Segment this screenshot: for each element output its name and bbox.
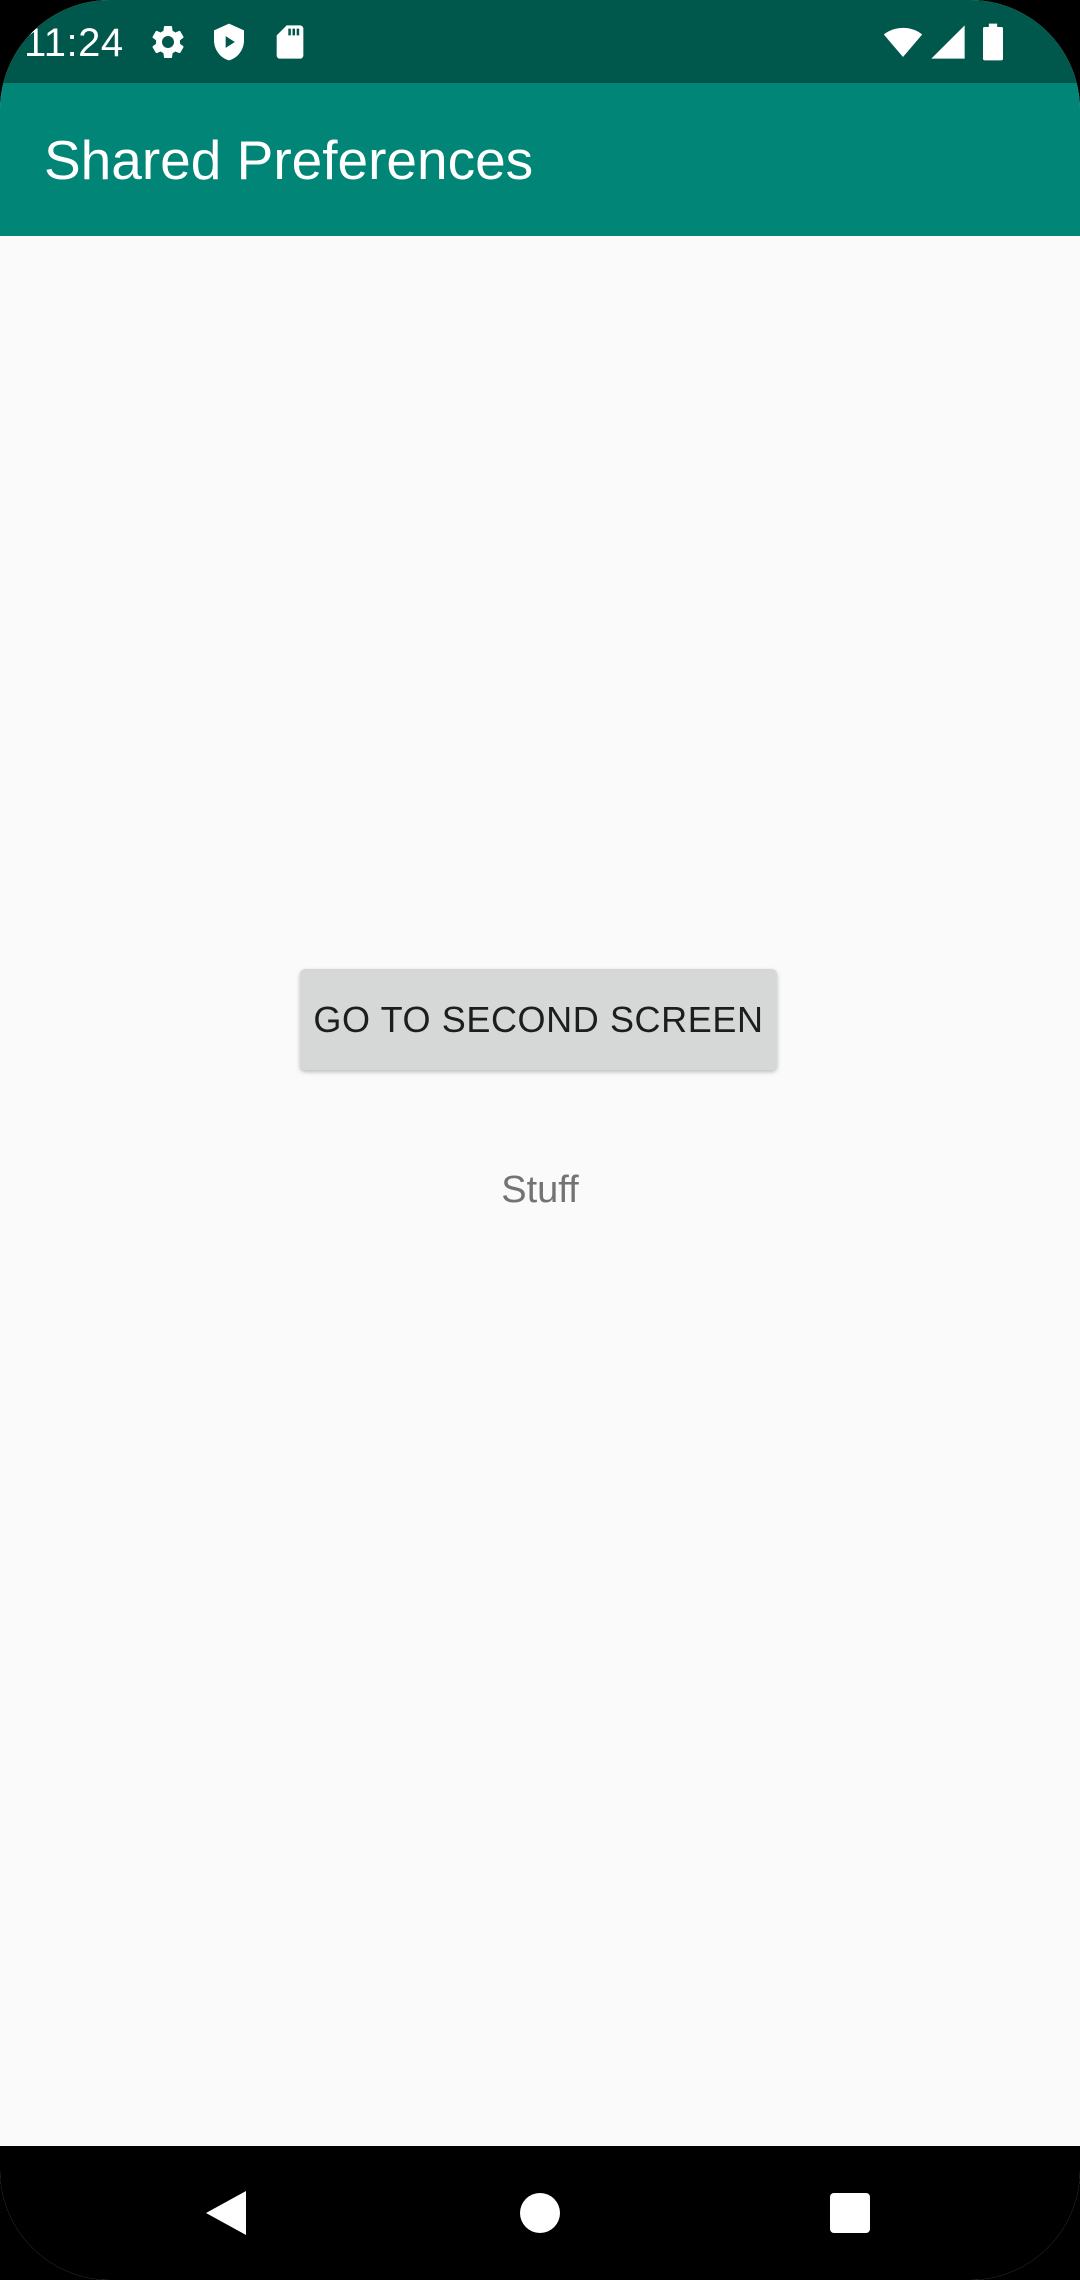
battery-icon <box>978 22 1008 62</box>
home-icon <box>519 2192 561 2234</box>
app-title: Shared Preferences <box>44 129 534 191</box>
wifi-icon <box>882 22 924 62</box>
home-button[interactable] <box>460 2146 620 2280</box>
recents-icon <box>829 2192 871 2234</box>
sd-card-icon <box>270 22 310 62</box>
shield-icon <box>209 22 249 62</box>
navigation-bar <box>0 2146 1080 2280</box>
recents-button[interactable] <box>770 2146 930 2280</box>
back-icon <box>204 2189 248 2237</box>
status-bar: 11:24 <box>0 0 1080 83</box>
status-time: 11:24 <box>24 21 124 65</box>
go-to-second-screen-button[interactable]: GO TO SECOND SCREEN <box>300 969 777 1070</box>
main-content: GO TO SECOND SCREEN Stuff <box>0 236 1080 2146</box>
app-bar: Shared Preferences <box>0 83 1080 236</box>
phone-screen: 11:24 Shared Preferences GO TO SECOND SC… <box>0 0 1080 2280</box>
back-button[interactable] <box>146 2146 306 2280</box>
cell-signal-icon <box>928 22 968 62</box>
settings-icon <box>148 22 188 62</box>
stuff-text: Stuff <box>501 1169 579 1211</box>
